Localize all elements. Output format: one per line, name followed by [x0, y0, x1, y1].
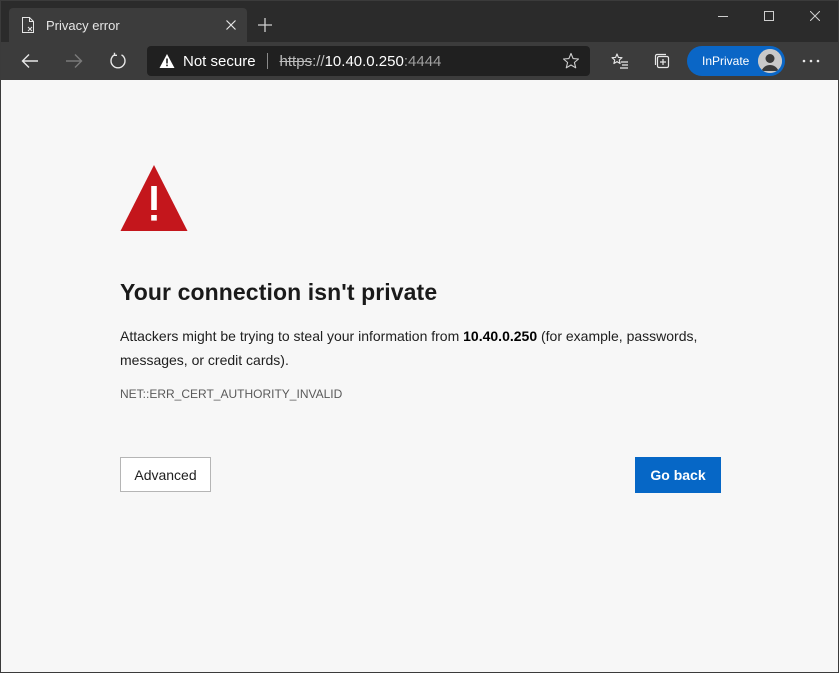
- url-text[interactable]: https://10.40.0.250:4444: [280, 53, 442, 70]
- url-separator: ://: [312, 52, 325, 70]
- url-scheme: https: [279, 52, 313, 70]
- plus-icon: [258, 18, 272, 32]
- window-controls: [700, 1, 838, 31]
- back-arrow-icon: [21, 54, 38, 68]
- warning-triangle-icon: [120, 165, 188, 231]
- close-tab-icon[interactable]: [217, 11, 245, 39]
- minimize-button[interactable]: [700, 1, 746, 31]
- address-divider: [266, 53, 268, 69]
- browser-window: Privacy error Not secure https://10.40.0…: [0, 0, 839, 673]
- refresh-icon: [110, 52, 126, 69]
- favorite-star-icon[interactable]: [562, 52, 580, 70]
- address-bar[interactable]: Not secure https://10.40.0.250:4444: [147, 46, 590, 76]
- collections-icon: [654, 53, 670, 69]
- tab-title: Privacy error: [46, 17, 120, 33]
- avatar: [758, 49, 782, 73]
- collections-button[interactable]: [646, 45, 678, 77]
- advanced-button[interactable]: Advanced: [120, 457, 211, 492]
- favorites-list-icon: [611, 53, 628, 69]
- refresh-button[interactable]: [102, 45, 134, 77]
- minimize-icon: [718, 16, 728, 17]
- inprivate-profile-button[interactable]: InPrivate: [687, 46, 785, 76]
- description-text-before: Attackers might be trying to steal your …: [120, 328, 464, 344]
- not-secure-label[interactable]: Not secure: [183, 53, 256, 70]
- url-host: 10.40.0.250: [324, 52, 404, 70]
- description-host: 10.40.0.250: [463, 328, 538, 344]
- tab-strip: Privacy error: [1, 1, 838, 42]
- profile-avatar-icon: [758, 49, 782, 73]
- favorites-button[interactable]: [604, 45, 636, 77]
- new-tab-button[interactable]: [251, 11, 279, 39]
- navigation-toolbar: Not secure https://10.40.0.250:4444 InPr…: [1, 42, 838, 80]
- go-back-button[interactable]: Go back: [635, 457, 721, 493]
- more-dots-icon: [802, 59, 820, 63]
- error-description: Attackers might be trying to steal your …: [120, 324, 720, 372]
- not-secure-warning-icon[interactable]: [159, 53, 175, 69]
- error-code[interactable]: NET::ERR_CERT_AUTHORITY_INVALID: [120, 387, 342, 401]
- url-port: :4444: [403, 52, 442, 70]
- back-button[interactable]: [14, 45, 46, 77]
- maximize-button[interactable]: [746, 1, 792, 31]
- document-error-icon: [21, 17, 35, 33]
- maximize-icon: [764, 11, 774, 21]
- close-icon: [810, 11, 820, 21]
- settings-more-button[interactable]: [795, 45, 827, 77]
- forward-arrow-icon: [66, 54, 83, 68]
- page-content: Your connection isn't private Attackers …: [1, 80, 838, 672]
- tab-privacy-error[interactable]: Privacy error: [9, 8, 247, 42]
- close-window-button[interactable]: [792, 1, 838, 31]
- inprivate-label: InPrivate: [702, 54, 750, 68]
- forward-button[interactable]: [58, 45, 90, 77]
- page-title: Your connection isn't private: [120, 279, 438, 305]
